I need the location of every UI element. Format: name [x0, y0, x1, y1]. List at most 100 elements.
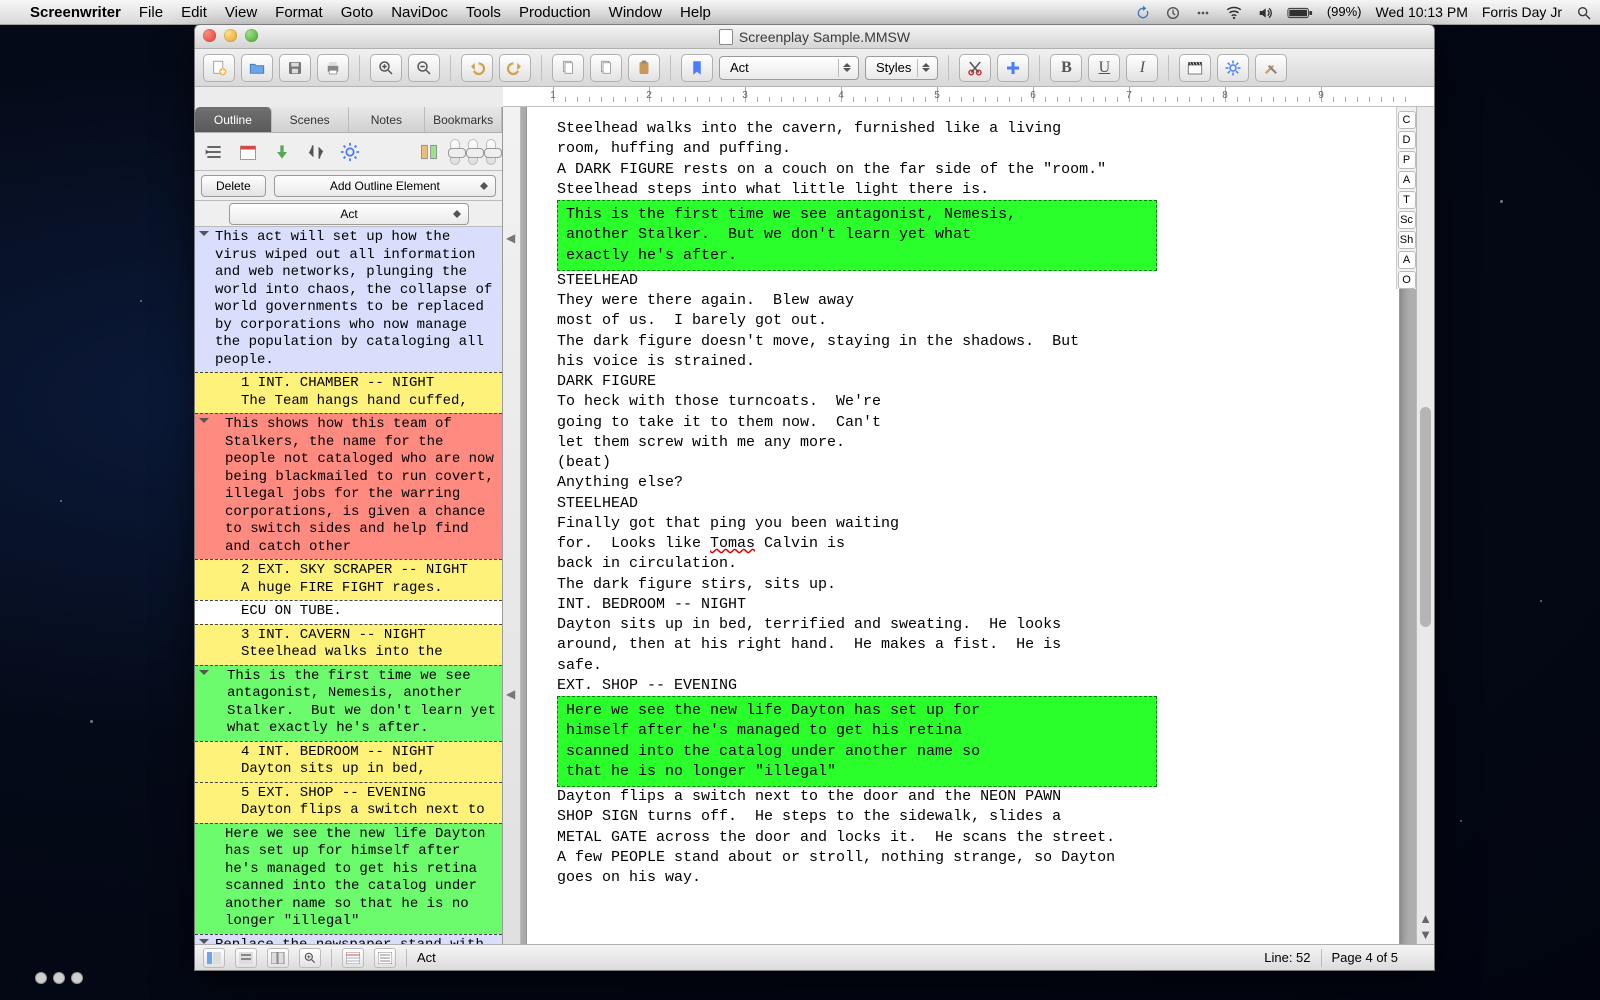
bg-zoom-icon[interactable]	[71, 972, 83, 984]
undo-button[interactable]	[461, 54, 493, 82]
outline-item[interactable]: Replace the newspaper stand with somethi…	[195, 934, 502, 945]
italic-button[interactable]: I	[1126, 54, 1158, 82]
script-note[interactable]: Here we see the new life Dayton has set …	[557, 696, 1157, 787]
outline-item[interactable]: 2 EXT. SKY SCRAPER -- NIGHT A huge FIRE …	[195, 559, 502, 601]
outline-level-select[interactable]: Act	[229, 203, 469, 225]
menu-window[interactable]: Window	[609, 4, 662, 21]
strip-parenthetical[interactable]: P	[1398, 151, 1416, 169]
script-page[interactable]: Steelhead walks into the cavern, furnish…	[527, 107, 1399, 944]
strip-transition[interactable]: T	[1398, 191, 1416, 209]
bold-button[interactable]: B	[1050, 54, 1082, 82]
scrollbar-thumb[interactable]	[1420, 407, 1431, 627]
cut-button[interactable]	[552, 54, 584, 82]
index-cards-button[interactable]	[342, 948, 364, 968]
menu-navidoc[interactable]: NaviDoc	[391, 4, 448, 21]
cut-icon-button[interactable]	[959, 54, 991, 82]
menu-tools[interactable]: Tools	[466, 4, 501, 21]
scroll-down-arrow-icon[interactable]: ▼	[1417, 926, 1434, 942]
strip-action[interactable]: A	[1398, 171, 1416, 189]
disclosure-triangle-icon[interactable]	[199, 231, 209, 241]
spotlight-icon[interactable]	[1576, 3, 1592, 20]
strip-outline[interactable]: O	[1398, 271, 1416, 289]
outline-item[interactable]: 3 INT. CAVERN -- NIGHT Steelhead walks i…	[195, 624, 502, 666]
outline-item[interactable]: ECU ON TUBE.	[195, 600, 502, 625]
outline-item[interactable]: This is the first time we see antagonist…	[195, 665, 502, 742]
strip-act[interactable]: A	[1398, 251, 1416, 269]
zoom-fit-button[interactable]	[299, 948, 321, 968]
menu-view[interactable]: View	[225, 4, 257, 21]
strip-shot[interactable]: Sh	[1398, 231, 1416, 249]
copy-button[interactable]	[590, 54, 622, 82]
add-outline-select[interactable]: Add Outline Element	[274, 175, 496, 197]
menuextra-wifi-icon[interactable]	[1225, 3, 1243, 21]
menu-edit[interactable]: Edit	[181, 4, 207, 21]
outline-item[interactable]: Here we see the new life Dayton has set …	[195, 823, 502, 935]
outline-item[interactable]: 4 INT. BEDROOM -- NIGHT Dayton sits up i…	[195, 741, 502, 783]
save-button[interactable]	[279, 54, 311, 82]
outline-item[interactable]: This act will set up how the virus wiped…	[195, 227, 502, 373]
tools-button[interactable]	[1255, 54, 1287, 82]
menu-format[interactable]: Format	[275, 4, 323, 21]
app-name[interactable]: Screenwriter	[30, 4, 121, 21]
outline-zoom-slider-2[interactable]	[468, 139, 478, 165]
menubar-username[interactable]: Forris Day Jr	[1482, 4, 1562, 20]
styles-select[interactable]: Styles	[865, 56, 938, 80]
menuextra-battery-icon[interactable]	[1287, 4, 1313, 20]
outline-item[interactable]: 5 EXT. SHOP -- EVENING Dayton flips a sw…	[195, 782, 502, 824]
scroll-up-arrow-icon[interactable]: ▲	[1417, 910, 1434, 926]
menuextra-volume-icon[interactable]	[1257, 3, 1273, 20]
underline-button[interactable]: U	[1088, 54, 1120, 82]
production-board-button[interactable]	[1179, 54, 1211, 82]
tab-notes[interactable]: Notes	[349, 107, 426, 132]
tab-scenes[interactable]: Scenes	[272, 107, 349, 132]
print-button[interactable]	[317, 54, 349, 82]
disclosure-triangle-icon[interactable]	[199, 670, 209, 680]
outline-list[interactable]: This act will set up how the virus wiped…	[195, 227, 502, 944]
zoom-in-button[interactable]	[370, 54, 402, 82]
window-close-button[interactable]	[203, 29, 216, 42]
strip-scene[interactable]: Sc	[1398, 211, 1416, 229]
vertical-scrollbar[interactable]: ▲ ▼	[1416, 107, 1434, 944]
view-mode-2-button[interactable]	[235, 948, 257, 968]
menu-file[interactable]: File	[139, 4, 163, 21]
paste-button[interactable]	[628, 54, 660, 82]
tab-bookmarks[interactable]: Bookmarks	[425, 107, 502, 132]
outline-zoom-slider-1[interactable]	[450, 139, 460, 165]
notes-view-button[interactable]	[374, 948, 396, 968]
outline-move-down-icon[interactable]	[269, 139, 295, 165]
menubar-clock[interactable]: Wed 10:13 PM	[1376, 4, 1468, 20]
outline-settings-icon[interactable]	[337, 139, 363, 165]
view-mode-3-button[interactable]	[267, 948, 289, 968]
menuextra-ichat-icon[interactable]	[1195, 3, 1211, 20]
menuextra-timemachine-icon[interactable]	[1165, 3, 1181, 20]
view-mode-1-button[interactable]	[203, 948, 225, 968]
zoom-out-button[interactable]	[408, 54, 440, 82]
outline-sort-icon[interactable]	[303, 139, 329, 165]
outline-item[interactable]: 1 INT. CHAMBER -- NIGHT The Team hangs h…	[195, 372, 502, 414]
tab-outline[interactable]: Outline	[195, 107, 272, 132]
open-document-button[interactable]	[241, 54, 273, 82]
bookmark-button[interactable]	[681, 54, 713, 82]
script-note[interactable]: This is the first time we see antagonist…	[557, 200, 1157, 271]
outline-zoom-slider-3[interactable]	[486, 139, 496, 165]
strip-character[interactable]: C	[1398, 111, 1416, 129]
add-element-button[interactable]	[997, 54, 1029, 82]
collapse-marker-icon[interactable]: ◀	[506, 687, 515, 701]
disclosure-triangle-icon[interactable]	[199, 418, 209, 428]
outline-item[interactable]: This shows how this team of Stalkers, th…	[195, 413, 502, 560]
menu-goto[interactable]: Goto	[341, 4, 374, 21]
preferences-button[interactable]	[1217, 54, 1249, 82]
element-type-select[interactable]: Act	[719, 56, 859, 80]
redo-button[interactable]	[499, 54, 531, 82]
new-document-button[interactable]	[203, 54, 235, 82]
strip-dialogue[interactable]: D	[1398, 131, 1416, 149]
menu-help[interactable]: Help	[680, 4, 711, 21]
bg-minimize-icon[interactable]	[53, 972, 65, 984]
outline-columns-icon[interactable]	[416, 139, 442, 165]
outline-indent-icon[interactable]	[201, 139, 227, 165]
delete-outline-button[interactable]: Delete	[201, 175, 266, 197]
bg-close-icon[interactable]	[35, 972, 47, 984]
window-minimize-button[interactable]	[224, 29, 237, 42]
disclosure-triangle-icon[interactable]	[199, 939, 209, 945]
menuextra-sync-icon[interactable]	[1135, 3, 1151, 20]
